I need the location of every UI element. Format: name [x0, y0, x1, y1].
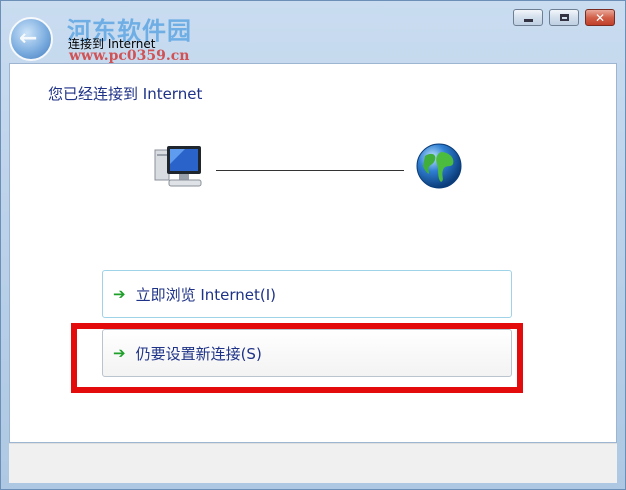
option-label: 立即浏览 Internet(I): [135, 285, 277, 304]
window-controls: ✕: [513, 9, 615, 26]
minimize-button[interactable]: [513, 9, 543, 26]
page-heading: 您已经连接到 Internet: [48, 85, 203, 103]
connection-line: [216, 170, 404, 171]
connect-internet-window: ← 河东软件园 连接到 Internet www.pc0359.cn ✕ 您已经…: [0, 0, 626, 490]
back-arrow-icon: ←: [19, 26, 38, 51]
green-arrow-icon: ➔: [113, 344, 126, 362]
globe-icon: [416, 143, 462, 189]
back-button[interactable]: ←: [9, 17, 53, 61]
setup-new-connection-option[interactable]: ➔ 仍要设置新连接(S): [102, 329, 512, 377]
footer-bar: [9, 443, 617, 483]
close-icon: ✕: [594, 10, 606, 25]
content-panel: 您已经连接到 Internet ➔ 立即浏览 Internet(I) ➔ 仍要设…: [9, 63, 617, 443]
maximize-icon: [559, 14, 569, 21]
minimize-icon: [523, 19, 533, 22]
option-label: 仍要设置新连接(S): [135, 344, 262, 363]
close-button[interactable]: ✕: [585, 9, 615, 26]
computer-icon: [154, 146, 202, 187]
browse-internet-option[interactable]: ➔ 立即浏览 Internet(I): [102, 270, 512, 318]
title-bar: ← 河东软件园 连接到 Internet www.pc0359.cn ✕: [1, 1, 625, 64]
watermark-url: www.pc0359.cn: [69, 48, 190, 64]
maximize-button[interactable]: [549, 9, 579, 26]
green-arrow-icon: ➔: [113, 285, 126, 303]
